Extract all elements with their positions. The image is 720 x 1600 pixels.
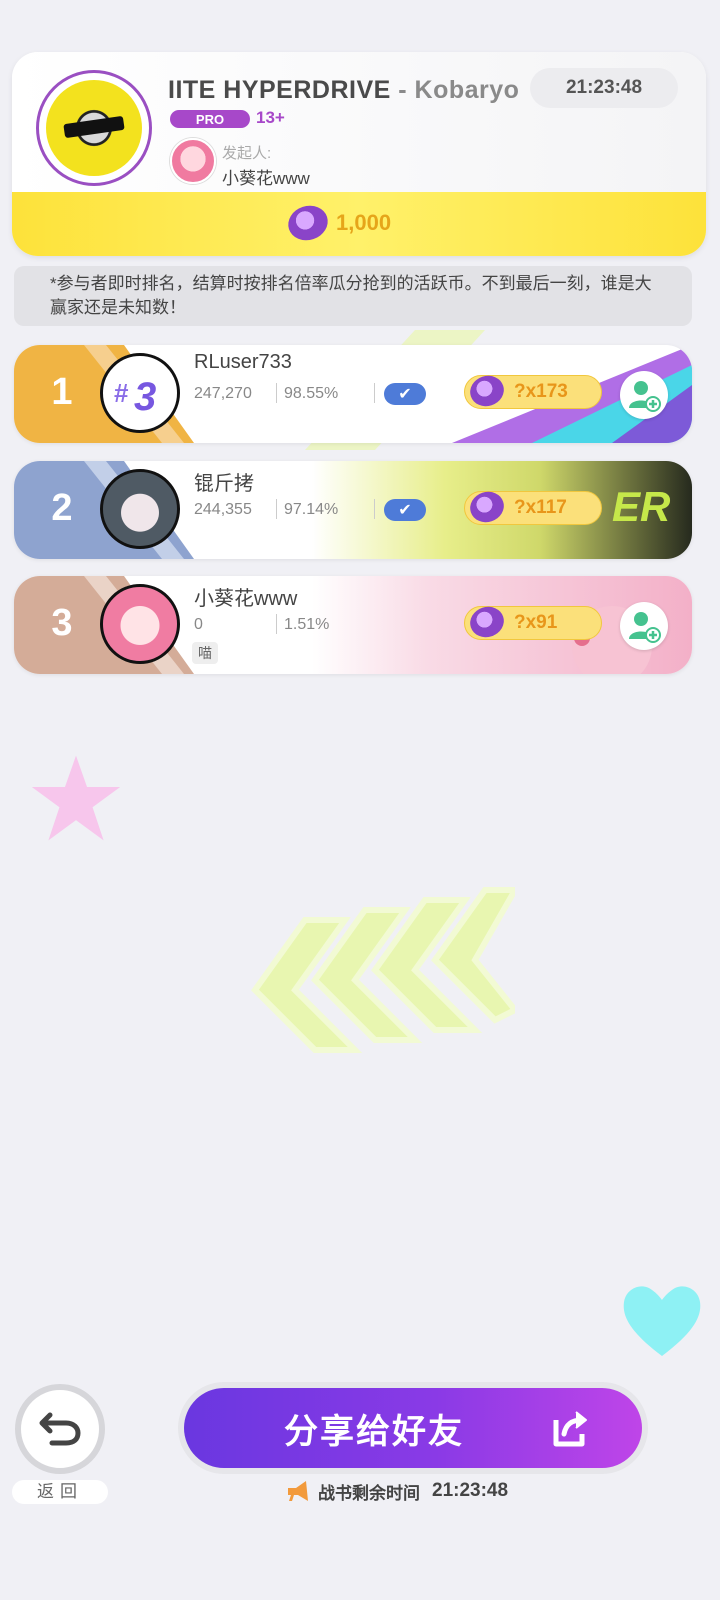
player-avatar[interactable]: # 3 <box>100 353 180 433</box>
share-icon <box>553 1411 587 1447</box>
check-icon: ✔ <box>384 499 426 521</box>
player-avatar[interactable] <box>100 469 180 549</box>
song-name: IITE HYPERDRIVE <box>168 76 391 104</box>
player-name: RLuser733 <box>194 351 292 373</box>
multiplier-value: ?x173 <box>514 381 568 402</box>
challenge-timer: 21:23:48 <box>530 68 678 108</box>
svg-text:ER: ER <box>612 483 671 530</box>
share-button[interactable]: 分享给好友 <box>178 1382 648 1474</box>
difficulty-level: 13+ <box>256 108 285 127</box>
initiator-avatar[interactable] <box>170 138 216 184</box>
add-friend-button[interactable] <box>620 602 668 650</box>
back-arrow-icon <box>39 1412 81 1446</box>
song-jacket-image <box>46 80 142 176</box>
multiplier-value: ?x91 <box>514 612 558 633</box>
difficulty-badge: PRO <box>170 110 250 128</box>
share-button-face: 分享给好友 <box>184 1388 642 1468</box>
back-label[interactable]: 返回 <box>12 1480 108 1504</box>
player-name: 锟斤拷 <box>194 473 254 495</box>
add-friend-button[interactable] <box>620 371 668 419</box>
star-decoration <box>31 755 121 841</box>
rank-number: 1 <box>51 371 73 413</box>
player-accuracy: 1.51% <box>284 616 330 633</box>
song-jacket <box>36 70 152 186</box>
add-friend-icon <box>629 612 661 643</box>
ranking-row[interactable]: 3 小葵花www 0 1.51% 喵 ?x91 <box>14 576 692 674</box>
divider <box>276 614 277 634</box>
svg-text:#: # <box>114 378 129 408</box>
add-friend-icon <box>629 381 661 412</box>
back-button[interactable] <box>15 1384 105 1474</box>
reward-amount: 1,000 <box>336 210 392 235</box>
player-score: 244,355 <box>194 501 252 518</box>
player-avatar[interactable] <box>100 584 180 664</box>
share-label: 分享给好友 <box>284 1413 464 1451</box>
player-score: 0 <box>194 616 203 633</box>
divider <box>374 383 375 403</box>
ranking-row[interactable]: ER 2 锟斤拷 244,355 97.14% ✔ ?x117 <box>14 461 692 559</box>
remaining-time: 战书剩余时间 21:23:48 <box>286 1478 508 1504</box>
divider <box>374 499 375 519</box>
initiator-label: 发起人: <box>222 145 272 162</box>
player-accuracy: 97.14% <box>284 501 339 518</box>
ranking-row[interactable]: 1 # 3 RLuser733 247,270 98.55% ✔ ?x173 <box>14 345 692 443</box>
rank-number: 2 <box>51 487 73 529</box>
player-score: 247,270 <box>194 385 252 402</box>
player-name: 小葵花www <box>194 588 298 610</box>
check-icon: ✔ <box>384 383 426 405</box>
avatar-image: # 3 <box>114 375 156 418</box>
divider <box>276 499 277 519</box>
ranking-notice: *参与者即时排名，结算时按排名倍率瓜分抢到的活跃币。不到最后一刻，谁是大赢家还是… <box>14 266 692 326</box>
player-tag: 喵 <box>192 642 218 664</box>
song-title: IITE HYPERDRIVE - Kobaryo <box>168 76 528 108</box>
horn-icon <box>288 1481 308 1501</box>
divider <box>276 383 277 403</box>
player-accuracy: 98.55% <box>284 385 339 402</box>
remaining-label: 战书剩余时间 <box>318 1483 420 1503</box>
svg-text:3: 3 <box>134 375 156 418</box>
heart-decoration <box>623 1286 701 1356</box>
initiator-name: 小葵花www <box>222 169 310 188</box>
chevron-decoration <box>251 887 515 1053</box>
rank-number: 3 <box>51 602 73 644</box>
song-artist: - Kobaryo <box>390 76 520 104</box>
remaining-timer: 21:23:48 <box>432 1480 509 1501</box>
multiplier-value: ?x117 <box>514 497 567 518</box>
